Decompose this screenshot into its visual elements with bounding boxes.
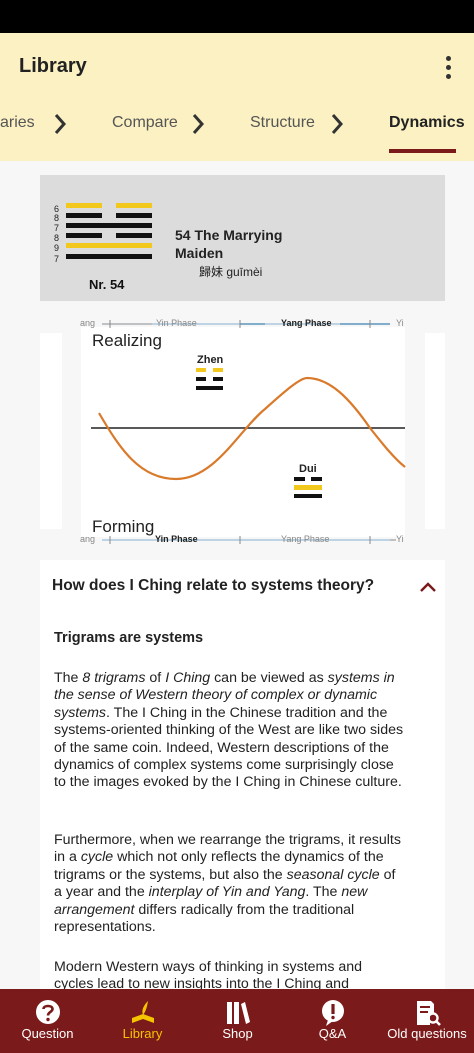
nav-old-questions[interactable]: Old questions (380, 989, 474, 1053)
faq-paragraph-1: The 8 trigrams of I Ching can be viewed … (54, 670, 404, 791)
axis-label: Yang Phase (281, 534, 330, 544)
nav-label: Shop (222, 1026, 253, 1041)
main-content: 6 8 7 8 9 7 Nr. 54 54 The Marrying Maide… (0, 161, 474, 989)
faq-subheading: Trigrams are systems (54, 630, 204, 646)
line-number: 8 (54, 233, 60, 243)
line-number: 7 (54, 254, 60, 264)
chevron-right-icon (331, 114, 344, 134)
hexagram-number: Nr. 54 (89, 277, 125, 292)
tab-bar: aries Compare Structure Dynamics (0, 108, 474, 148)
tab-structure[interactable]: Structure (250, 108, 315, 138)
nav-shop[interactable]: Shop (190, 989, 285, 1053)
label-realizing: Realizing (92, 331, 162, 350)
nav-label: Q&A (318, 1026, 347, 1041)
trigram-label-dui: Dui (299, 463, 317, 475)
chevron-up-icon[interactable] (417, 576, 439, 598)
line-number: 9 (54, 243, 60, 253)
nav-label: Library (122, 1026, 163, 1041)
line-number: 8 (54, 213, 60, 223)
hexagram-chinese-name: 歸妹 guīmèi (199, 265, 263, 279)
nav-label: Old questions (387, 1026, 467, 1041)
nav-qa[interactable]: Q&A (285, 989, 380, 1053)
nav-question[interactable]: Question (0, 989, 95, 1053)
nav-library[interactable]: Library (95, 989, 190, 1053)
library-icon (131, 1001, 154, 1023)
dynamics-diagram: ang Yin Phase Yang Phase Yi ang Yin Phas… (40, 318, 445, 551)
app-header: Library aries Compare Structure Dynamics (0, 33, 474, 161)
chevron-right-icon (54, 114, 67, 134)
tab-compare[interactable]: Compare (112, 108, 178, 138)
axis-label: Yang Phase (281, 318, 332, 328)
overflow-menu-icon[interactable] (436, 53, 460, 81)
nav-label: Question (21, 1026, 74, 1041)
faq-paragraph-2: Furthermore, when we rearrange the trigr… (54, 832, 401, 936)
bottom-navigation: Question Library Shop Q&A Old questions (0, 989, 474, 1053)
tab-summaries[interactable]: aries (0, 108, 35, 138)
question-icon (35, 1000, 60, 1024)
old-questions-icon (417, 1001, 441, 1026)
hexagram-card[interactable]: 6 8 7 8 9 7 Nr. 54 54 The Marrying Maide… (40, 175, 445, 301)
axis-label: Yi (396, 318, 404, 328)
trigram-label-zhen: Zhen (197, 354, 224, 366)
page-title: Library (19, 55, 87, 77)
faq-card: How does I Ching relate to systems theor… (40, 560, 445, 989)
shop-icon (226, 1002, 250, 1024)
axis-label: ang (80, 318, 96, 328)
chevron-right-icon (192, 114, 205, 134)
axis-label: Yi (396, 534, 404, 544)
active-tab-indicator (389, 149, 456, 153)
line-number: 7 (54, 223, 60, 233)
label-forming: Forming (92, 517, 155, 536)
tab-dynamics[interactable]: Dynamics (389, 108, 465, 138)
hexagram-title: 54 The Marrying Maiden (175, 227, 283, 261)
status-bar (0, 0, 474, 33)
axis-label: Yin Phase (156, 318, 197, 328)
faq-question[interactable]: How does I Ching relate to systems theor… (52, 577, 392, 595)
qa-icon (321, 1000, 344, 1026)
faq-paragraph-3: Modern Western ways of thinking in syste… (54, 959, 363, 989)
axis-label: Yin Phase (155, 534, 198, 544)
